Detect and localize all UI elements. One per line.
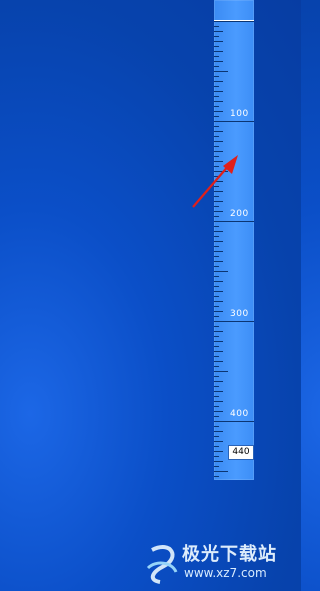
ruler-tick	[214, 361, 223, 362]
ruler-tick	[214, 336, 219, 337]
ruler-tick	[214, 296, 219, 297]
ruler-tick	[214, 326, 219, 327]
ruler-tick	[214, 316, 219, 317]
ruler-tick	[214, 331, 223, 332]
ruler-tick	[214, 216, 219, 217]
ruler-tick	[214, 96, 219, 97]
ruler-tick	[214, 261, 223, 262]
red-arrow-icon	[192, 155, 238, 208]
ruler-tick	[214, 341, 223, 342]
ruler-tick	[214, 281, 223, 282]
ruler-tick	[214, 386, 219, 387]
ruler-tick	[214, 396, 219, 397]
ruler-tick	[214, 291, 223, 292]
ruler-tick	[214, 61, 223, 62]
ruler-tick	[214, 71, 228, 72]
ruler-tick	[214, 356, 219, 357]
ruler-tick	[214, 136, 219, 137]
ruler-tick	[214, 466, 219, 467]
ruler-tick	[214, 426, 219, 427]
ruler-tick	[214, 271, 228, 272]
ruler-tick	[214, 351, 223, 352]
ruler-tick	[214, 416, 219, 417]
ruler-tick	[214, 471, 228, 472]
ruler-tick	[214, 41, 223, 42]
ruler-tick	[214, 441, 223, 442]
ruler-tick	[214, 91, 223, 92]
ruler-tick	[214, 231, 223, 232]
ruler-tick	[214, 346, 219, 347]
ruler-tick	[214, 411, 223, 412]
ruler-tick	[214, 81, 223, 82]
position-readout: 440	[228, 445, 254, 460]
ruler-label-300: 300	[230, 309, 249, 319]
ruler-tick	[214, 226, 219, 227]
ruler-tick	[214, 376, 219, 377]
ruler-tick	[214, 431, 223, 432]
ruler-tick	[214, 436, 219, 437]
ruler-tick	[214, 461, 223, 462]
ruler-tick	[214, 321, 254, 322]
ruler-tick	[214, 391, 223, 392]
ruler-tick	[214, 476, 219, 477]
watermark-logo: 极光下载站 www.xz7.com	[140, 536, 300, 586]
ruler-tick	[214, 121, 254, 122]
ruler-tick	[214, 311, 223, 312]
ruler-tick	[214, 36, 219, 37]
ruler-tick	[214, 86, 219, 87]
watermark-swirl-icon	[146, 545, 178, 584]
ruler-tick	[214, 26, 219, 27]
ruler-tick	[214, 301, 223, 302]
ruler-tick	[214, 66, 219, 67]
ruler-tick	[214, 56, 219, 57]
ruler-tick	[214, 371, 228, 372]
watermark-url: www.xz7.com	[184, 566, 267, 580]
ruler-tick	[214, 76, 219, 77]
ruler-tick	[214, 421, 254, 422]
ruler-tick	[214, 141, 223, 142]
ruler-tick	[214, 126, 219, 127]
ruler-tick	[214, 256, 219, 257]
ruler-label-400: 400	[230, 409, 249, 419]
ruler-tick	[214, 101, 223, 102]
ruler-tick	[214, 366, 219, 367]
ruler-tick	[214, 246, 219, 247]
ruler-tick	[214, 146, 219, 147]
ruler-tick	[214, 406, 219, 407]
screen-ruler[interactable]: 100 200 300 400 440	[214, 0, 254, 480]
ruler-tick	[214, 236, 219, 237]
ruler-tick	[214, 401, 223, 402]
ruler-tick	[214, 221, 254, 222]
ruler-label-100: 100	[230, 109, 249, 119]
ruler-tick	[214, 31, 223, 32]
ruler-tick	[214, 116, 219, 117]
ruler-tick	[214, 51, 223, 52]
ruler-tick	[214, 446, 219, 447]
ruler-tick	[214, 451, 223, 452]
ruler-tick	[214, 456, 219, 457]
ruler-tick	[214, 381, 223, 382]
ruler-tick	[214, 111, 223, 112]
ruler-tick	[214, 106, 219, 107]
ruler-tick	[214, 251, 223, 252]
ruler-tick	[214, 276, 219, 277]
ruler-tick	[214, 306, 219, 307]
ruler-tick	[214, 266, 219, 267]
ruler-tick	[214, 286, 219, 287]
ruler-tick	[214, 46, 219, 47]
watermark-text: 极光下载站	[182, 544, 277, 565]
ruler-tick	[214, 241, 223, 242]
ruler-tick	[214, 21, 254, 22]
ruler-tick	[214, 131, 223, 132]
